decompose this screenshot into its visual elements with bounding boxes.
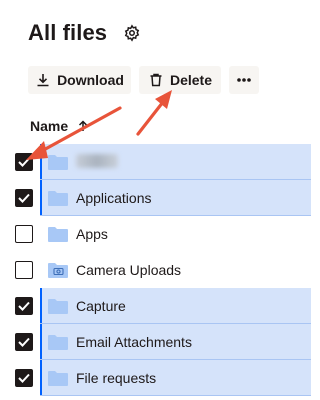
table-row[interactable]: Applications bbox=[0, 180, 311, 216]
download-button[interactable]: Download bbox=[28, 66, 131, 94]
name-column-header[interactable]: Name bbox=[30, 118, 88, 134]
table-row[interactable] bbox=[0, 144, 311, 180]
file-name[interactable]: Email Attachments bbox=[76, 334, 192, 350]
row-checkbox[interactable] bbox=[15, 297, 33, 315]
file-name[interactable]: Applications bbox=[76, 190, 152, 206]
row-checkbox[interactable] bbox=[15, 189, 33, 207]
page-header: All files bbox=[28, 20, 141, 46]
folder-icon bbox=[47, 188, 69, 208]
delete-button[interactable]: Delete bbox=[139, 66, 221, 94]
download-icon bbox=[35, 72, 51, 88]
row-checkbox[interactable] bbox=[15, 225, 33, 243]
row-checkbox[interactable] bbox=[15, 333, 33, 351]
folder-icon bbox=[47, 332, 69, 352]
folder-icon bbox=[47, 152, 69, 172]
table-row[interactable]: Camera Uploads bbox=[0, 252, 311, 288]
more-icon bbox=[236, 77, 252, 83]
table-row[interactable]: Apps bbox=[0, 216, 311, 252]
table-row[interactable]: Email Attachments bbox=[0, 324, 311, 360]
page-title: All files bbox=[28, 20, 108, 45]
row-checkbox[interactable] bbox=[15, 153, 33, 171]
camera-folder-icon bbox=[47, 260, 69, 280]
folder-icon bbox=[47, 296, 69, 316]
folder-icon bbox=[47, 368, 69, 388]
sort-ascending-icon[interactable] bbox=[78, 120, 88, 132]
toolbar: Download Delete bbox=[28, 66, 259, 94]
file-name[interactable]: Camera Uploads bbox=[76, 262, 181, 278]
file-list: Applications Apps Camera Uploads Capture… bbox=[0, 144, 311, 396]
gear-icon[interactable] bbox=[123, 24, 141, 42]
row-checkbox[interactable] bbox=[15, 369, 33, 387]
trash-icon bbox=[148, 72, 164, 88]
arrow-to-delete bbox=[136, 100, 165, 136]
row-checkbox[interactable] bbox=[15, 261, 33, 279]
table-row[interactable]: File requests bbox=[0, 360, 311, 396]
redacted-file-name bbox=[76, 154, 118, 168]
delete-label: Delete bbox=[169, 72, 213, 88]
file-name[interactable]: File requests bbox=[76, 370, 156, 386]
download-label: Download bbox=[57, 72, 124, 88]
name-header-label: Name bbox=[30, 118, 69, 134]
more-options-button[interactable] bbox=[229, 66, 259, 94]
table-row[interactable]: Capture bbox=[0, 288, 311, 324]
file-name[interactable]: Apps bbox=[76, 226, 108, 242]
row-divider bbox=[40, 395, 311, 396]
folder-icon bbox=[47, 224, 69, 244]
file-name[interactable]: Capture bbox=[76, 298, 126, 314]
